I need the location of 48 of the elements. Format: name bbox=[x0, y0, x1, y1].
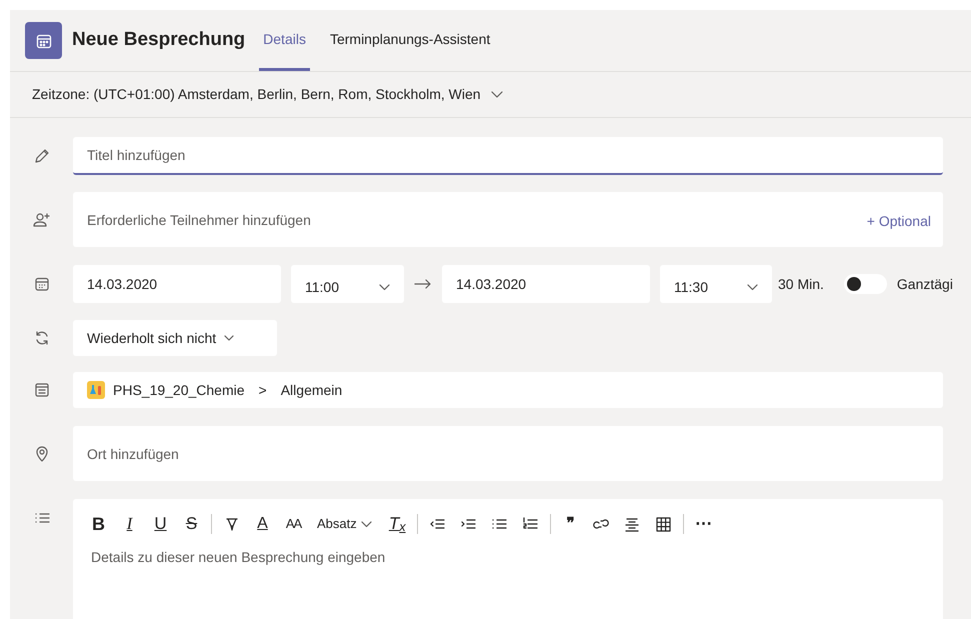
repeat-icon bbox=[34, 330, 50, 346]
underline-button[interactable]: U bbox=[145, 512, 176, 536]
table-icon[interactable] bbox=[654, 516, 672, 532]
all-day-label: Ganztägi bbox=[896, 274, 953, 294]
chevron-down-icon bbox=[747, 284, 758, 290]
channel-icon bbox=[34, 382, 50, 398]
optional-link[interactable]: + Optional bbox=[866, 211, 931, 232]
date-field[interactable]: 14.03.2020 bbox=[73, 265, 281, 303]
clear-formatting-button[interactable]: T$_{x}$ bbox=[382, 512, 413, 536]
strikethrough-button[interactable]: S bbox=[176, 512, 207, 536]
channel-name: Allgemein bbox=[280, 380, 342, 400]
align-center-icon[interactable] bbox=[624, 516, 640, 532]
chevron-down-icon bbox=[224, 335, 234, 341]
meeting-title: Neue Besprechung bbox=[72, 28, 246, 52]
time-dropdown[interactable]: 11:00 bbox=[291, 265, 404, 303]
italic-button[interactable]: I bbox=[114, 512, 145, 536]
font-color-button[interactable]: A bbox=[247, 512, 278, 536]
calendar-icon bbox=[34, 276, 50, 292]
chevron-down-icon bbox=[360, 520, 372, 528]
add-person-icon bbox=[32, 212, 50, 228]
date-field[interactable]: 14.03.2020 bbox=[442, 265, 650, 303]
chevron-down-icon bbox=[379, 284, 390, 290]
location-pin-icon bbox=[34, 446, 48, 462]
timezone-dropdown[interactable]: Zeitzone: (UTC+01:00) Amsterdam, Berlin, Bern, Rom, Stockholm, Wien bbox=[32, 84, 504, 105]
highlighter-icon[interactable] bbox=[224, 516, 240, 532]
more-options-button[interactable]: ⋯ bbox=[688, 512, 719, 536]
paragraph-dropdown[interactable]: Absatz bbox=[317, 512, 372, 536]
title-field[interactable]: Titel hinzufügen bbox=[73, 137, 943, 175]
arrow-right-icon bbox=[414, 279, 432, 289]
list-icon bbox=[34, 511, 50, 525]
font-size-button[interactable]: AA bbox=[278, 512, 309, 536]
bold-button[interactable]: B bbox=[83, 512, 114, 536]
quote-button[interactable]: ❞ bbox=[554, 512, 586, 536]
channel-field[interactable]: PHS_19_20_Chemie > Allgemein bbox=[73, 372, 943, 408]
flask-icon bbox=[87, 381, 105, 399]
team-name: PHS_19_20_Chemie bbox=[113, 380, 245, 400]
tab[interactable]: Details bbox=[259, 10, 310, 71]
duration-label: 30 Min. bbox=[778, 274, 824, 294]
chevron-down-icon bbox=[490, 90, 504, 98]
recurrence-dropdown[interactable]: Wiederholt sich nicht bbox=[73, 320, 277, 356]
tab[interactable]: Terminplanungs-Assistent bbox=[326, 10, 494, 71]
breadcrumb-separator: > bbox=[258, 380, 267, 400]
pencil-icon bbox=[34, 148, 50, 164]
all-day-toggle[interactable] bbox=[844, 274, 887, 294]
time-dropdown[interactable]: 11:30 bbox=[660, 265, 772, 303]
location-field[interactable]: Ort hinzufügen bbox=[73, 426, 943, 481]
details-placeholder[interactable]: Details zu dieser neuen Besprechung eingeben bbox=[83, 547, 386, 568]
calendar-app-icon bbox=[25, 22, 62, 59]
